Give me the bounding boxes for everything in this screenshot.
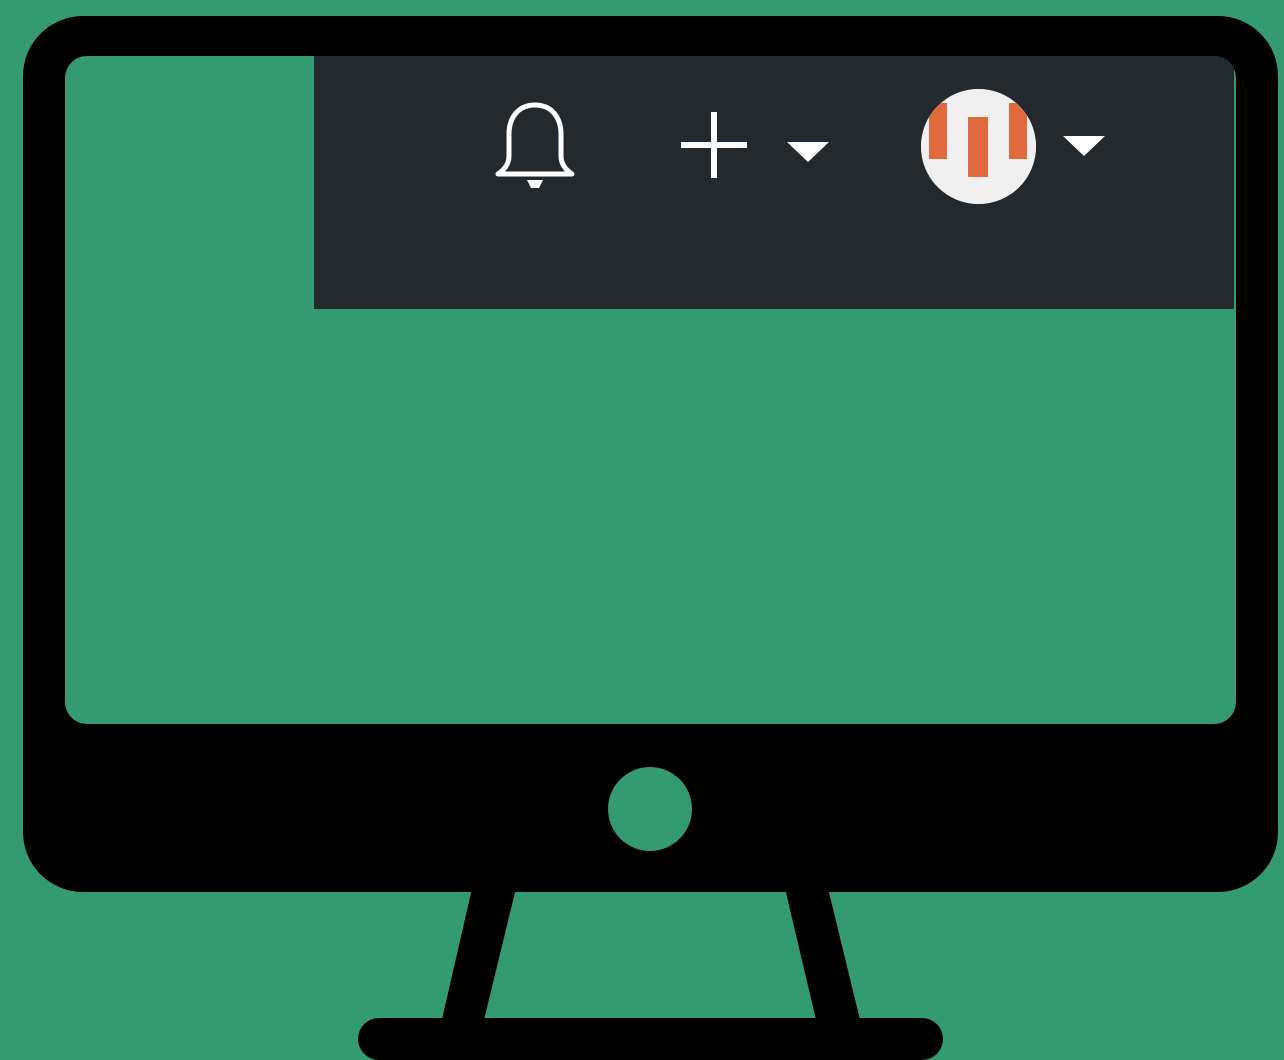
chevron-down-icon[interactable] [1059, 134, 1109, 158]
header-toolbar [314, 56, 1234, 309]
plus-icon[interactable] [677, 108, 751, 182]
monitor-illustration [0, 0, 1284, 1060]
monitor-power-indicator [608, 767, 692, 851]
avatar-identicon [921, 89, 1036, 204]
monitor-frame [23, 16, 1278, 892]
avatar[interactable] [921, 89, 1036, 204]
chevron-down-icon[interactable] [783, 140, 833, 164]
monitor-screen [65, 56, 1236, 724]
bell-icon[interactable] [492, 100, 578, 192]
